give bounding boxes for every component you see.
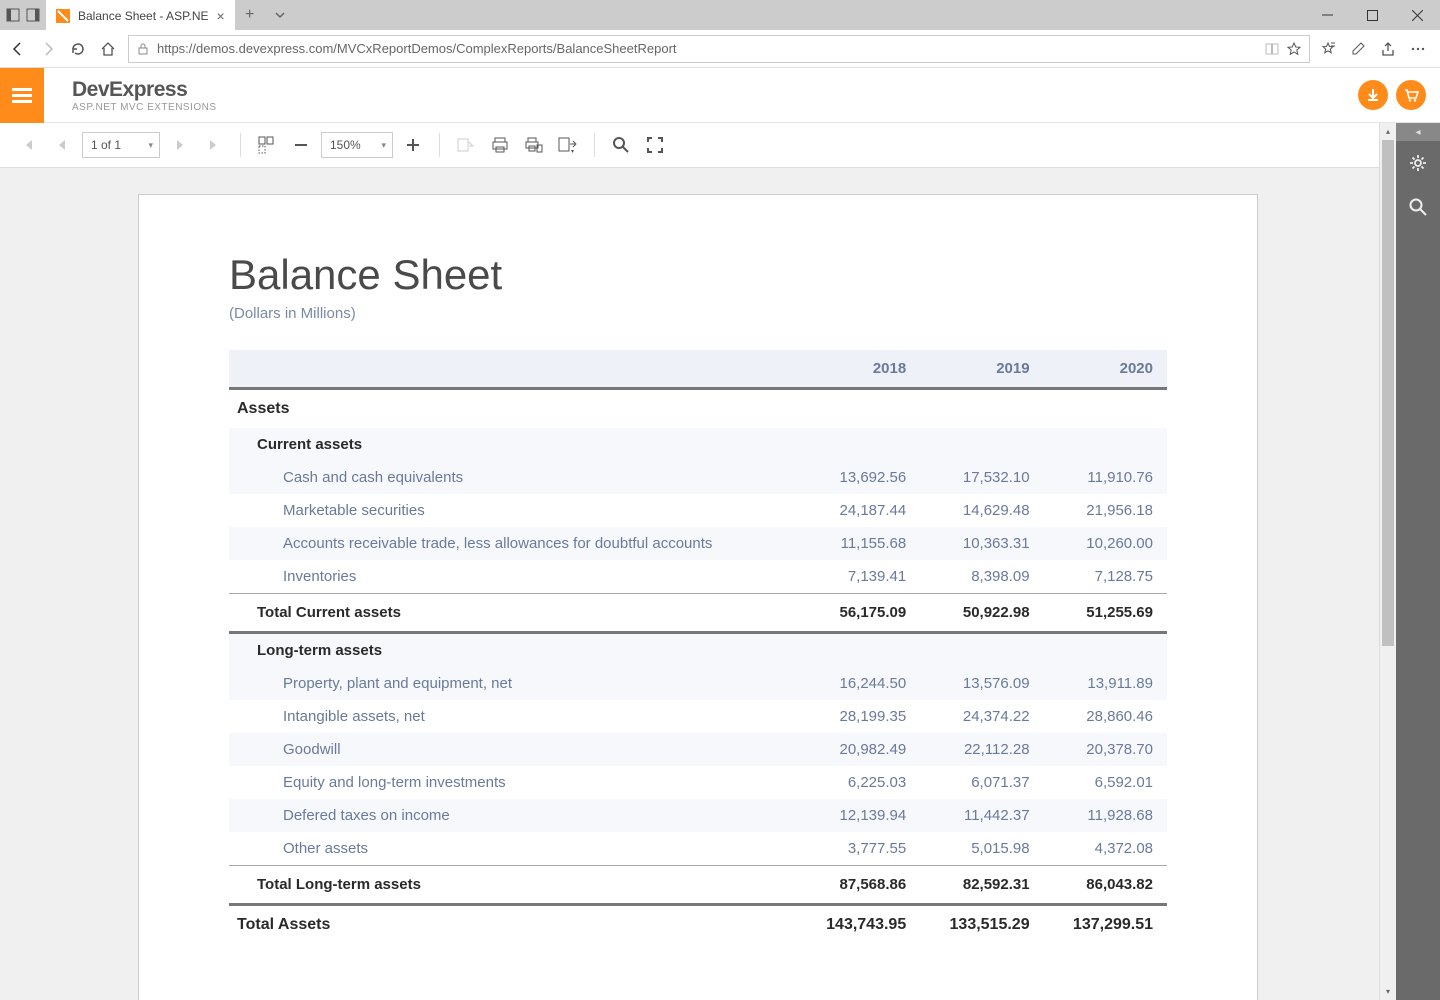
table-row: Property, plant and equipment, net16,244… <box>229 667 1167 700</box>
last-page-button[interactable] <box>200 131 228 159</box>
tab-close-icon[interactable]: × <box>217 8 225 24</box>
subsection-header: Current assets <box>229 428 1167 461</box>
subtotal-row: Total Long-term assets87,568.8682,592.31… <box>229 866 1167 905</box>
favorites-list-icon[interactable] <box>1320 41 1336 57</box>
year-header: 2020 <box>1044 350 1167 389</box>
url-field[interactable]: https://demos.devexpress.com/MVCxReportD… <box>128 35 1310 63</box>
rail-settings-button[interactable] <box>1396 141 1440 185</box>
report-title: Balance Sheet <box>229 251 1167 299</box>
brand-name: DevExpress <box>72 78 217 102</box>
nav-back-button[interactable] <box>8 39 28 59</box>
next-page-button[interactable] <box>166 131 194 159</box>
brand-subtext: ASP.NET MVC EXTENSIONS <box>72 102 217 113</box>
rail-collapse-icon[interactable]: ◂ <box>1396 123 1440 141</box>
section-header: Assets <box>229 389 1167 429</box>
reading-view-icon[interactable] <box>1265 42 1279 56</box>
download-button[interactable] <box>1358 80 1388 110</box>
tab-favicon-icon <box>56 9 70 23</box>
report-viewer: 1 of 1 150% Balance Sheet (Dollars in Mi… <box>0 123 1440 1000</box>
multipage-icon[interactable] <box>253 131 281 159</box>
brand: DevExpress ASP.NET MVC EXTENSIONS <box>44 78 217 113</box>
report-subtitle: (Dollars in Millions) <box>229 305 1167 322</box>
cart-button[interactable] <box>1396 80 1426 110</box>
more-icon[interactable] <box>1410 41 1426 57</box>
tabs-dropdown-icon[interactable] <box>265 0 295 30</box>
report-page: Balance Sheet (Dollars in Millions) 2018… <box>138 194 1258 1000</box>
window-dock-left-icon[interactable] <box>6 8 20 22</box>
print-button[interactable] <box>486 131 514 159</box>
table-row: Goodwill20,982.4922,112.2820,378.70 <box>229 733 1167 766</box>
year-header: 2019 <box>920 350 1043 389</box>
subtotal-row: Total Current assets56,175.0950,922.9851… <box>229 594 1167 633</box>
window-close-button[interactable] <box>1395 0 1440 30</box>
print-page-button[interactable] <box>520 131 548 159</box>
zoom-in-button[interactable] <box>399 131 427 159</box>
table-row: Equity and long-term investments6,225.03… <box>229 766 1167 799</box>
browser-titlebar: Balance Sheet - ASP.NE × + <box>0 0 1440 30</box>
window-maximize-button[interactable] <box>1350 0 1395 30</box>
zoom-selector[interactable]: 150% <box>321 132 393 158</box>
lock-icon <box>137 43 149 55</box>
browser-tab-active[interactable]: Balance Sheet - ASP.NE × <box>46 0 235 30</box>
subsection-header: Long-term assets <box>229 633 1167 668</box>
fullscreen-button[interactable] <box>641 131 669 159</box>
app-header: DevExpress ASP.NET MVC EXTENSIONS <box>0 68 1440 123</box>
notes-icon[interactable] <box>1350 41 1366 57</box>
export-button[interactable] <box>554 131 582 159</box>
vertical-scrollbar[interactable]: ▴ ▾ <box>1379 123 1396 1000</box>
table-row: Defered taxes on income12,139.9411,442.3… <box>229 799 1167 832</box>
tab-title: Balance Sheet - ASP.NE <box>78 9 209 23</box>
grand-total-row: Total Assets143,743.95133,515.29137,299.… <box>229 905 1167 945</box>
page-selector[interactable]: 1 of 1 <box>82 132 160 158</box>
table-row: Inventories7,139.418,398.097,128.75 <box>229 560 1167 594</box>
report-canvas[interactable]: Balance Sheet (Dollars in Millions) 2018… <box>0 168 1396 1000</box>
browser-address-bar: https://demos.devexpress.com/MVCxReportD… <box>0 30 1440 68</box>
share-icon[interactable] <box>1380 41 1396 57</box>
prev-page-button[interactable] <box>48 131 76 159</box>
new-tab-button[interactable]: + <box>235 0 265 30</box>
nav-home-button[interactable] <box>98 39 118 59</box>
hamburger-menu-button[interactable] <box>0 68 44 123</box>
table-row: Other assets3,777.555,015.984,372.08 <box>229 832 1167 866</box>
table-row: Intangible assets, net28,199.3524,374.22… <box>229 700 1167 733</box>
year-header: 2018 <box>797 350 920 389</box>
table-row: Cash and cash equivalents13,692.5617,532… <box>229 461 1167 494</box>
highlight-fields-icon[interactable] <box>452 131 480 159</box>
scroll-thumb[interactable] <box>1382 140 1394 646</box>
balance-sheet-table: 201820192020AssetsCurrent assetsCash and… <box>229 350 1167 944</box>
zoom-out-button[interactable] <box>287 131 315 159</box>
first-page-button[interactable] <box>14 131 42 159</box>
scroll-down-icon[interactable]: ▾ <box>1380 983 1396 1000</box>
scroll-up-icon[interactable]: ▴ <box>1380 123 1396 140</box>
right-rail: ◂ <box>1396 123 1440 1000</box>
favorite-star-icon[interactable] <box>1287 42 1301 56</box>
viewer-toolbar: 1 of 1 150% <box>0 123 1396 168</box>
nav-forward-button[interactable] <box>38 39 58 59</box>
nav-refresh-button[interactable] <box>68 39 88 59</box>
table-row: Marketable securities24,187.4414,629.482… <box>229 494 1167 527</box>
rail-search-button[interactable] <box>1396 185 1440 229</box>
search-button[interactable] <box>607 131 635 159</box>
window-minimize-button[interactable] <box>1305 0 1350 30</box>
table-row: Accounts receivable trade, less allowanc… <box>229 527 1167 560</box>
window-dock-right-icon[interactable] <box>26 8 40 22</box>
url-text: https://demos.devexpress.com/MVCxReportD… <box>157 41 1257 56</box>
